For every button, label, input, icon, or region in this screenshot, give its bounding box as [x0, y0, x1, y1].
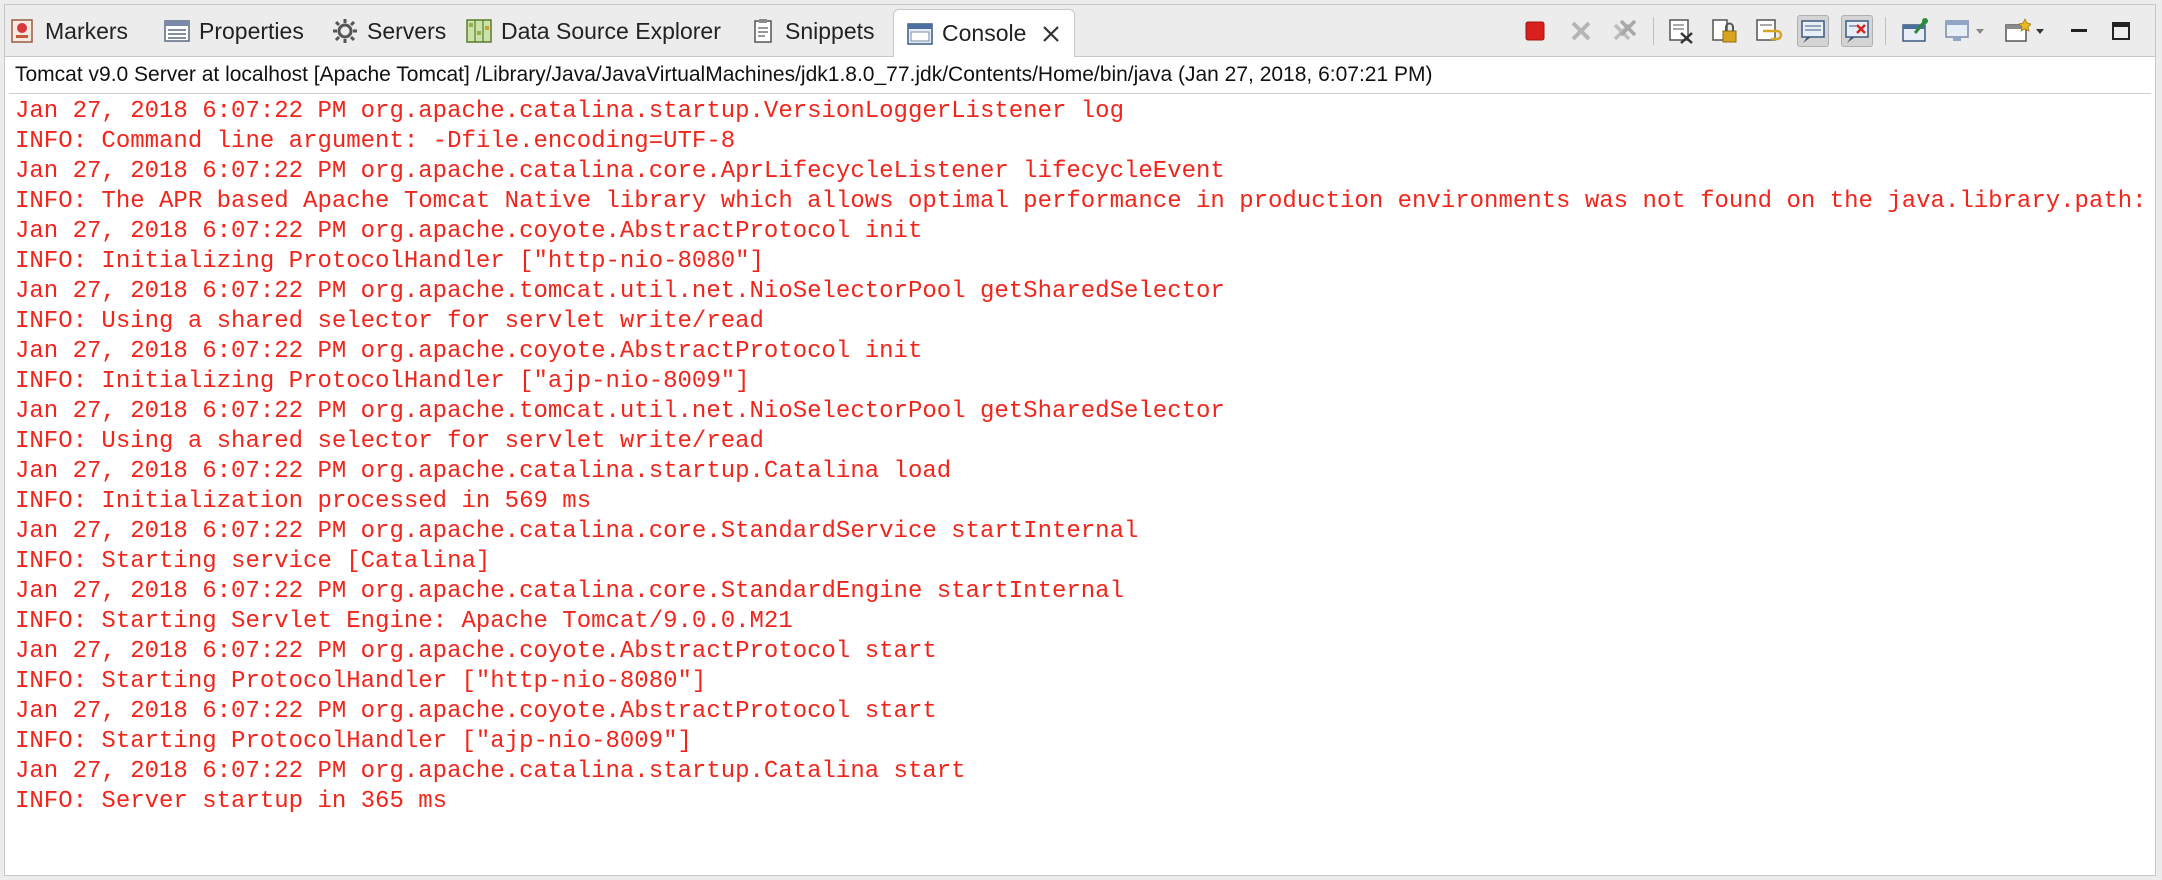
console-line: Jan 27, 2018 6:07:22 PM org.apache.catal… [15, 518, 1139, 545]
data-source-explorer-icon [466, 19, 492, 43]
toolbar-separator [1885, 17, 1886, 45]
console-line: Jan 27, 2018 6:07:22 PM org.apache.coyot… [15, 698, 937, 725]
remove-launch-icon [1571, 21, 1591, 41]
word-wrap-icon [1756, 19, 1783, 41]
console-line: Jan 27, 2018 6:07:22 PM org.apache.catal… [15, 458, 952, 485]
show-on-stdout-button[interactable] [1797, 15, 1829, 47]
header-divider [9, 93, 2151, 94]
display-console-button[interactable] [1941, 15, 1973, 47]
tab-console[interactable]: Console [893, 9, 1076, 57]
console-line: Jan 27, 2018 6:07:22 PM org.apache.tomca… [15, 398, 1225, 425]
console-line: Jan 27, 2018 6:07:22 PM org.apache.coyot… [15, 218, 923, 245]
console-line: INFO: Starting ProtocolHandler ["http-ni… [15, 668, 707, 695]
pin-console-icon [1902, 18, 1928, 42]
toolbar-separator [1653, 17, 1654, 45]
open-console-icon [2005, 18, 2031, 42]
console-line: INFO: Using a shared selector for servle… [15, 308, 764, 335]
console-line: INFO: The APR based Apache Tomcat Native… [15, 188, 2141, 215]
chevron-down-icon [1976, 29, 1984, 34]
tab-snippets[interactable]: Snippets [749, 9, 875, 53]
tab-label: Properties [199, 17, 304, 44]
open-console-dropdown[interactable] [2031, 15, 2049, 47]
show-on-stdout-icon [1801, 20, 1825, 43]
scroll-lock-button[interactable] [1709, 15, 1741, 47]
console-line: INFO: Starting ProtocolHandler ["ajp-nio… [15, 728, 692, 755]
clear-console-button[interactable] [1665, 15, 1697, 47]
view-tab-bar: Markers Properties Servers Data Source E… [5, 5, 2155, 57]
open-console-button[interactable] [2001, 15, 2033, 47]
maximize-icon [2112, 22, 2130, 40]
scroll-lock-icon [1712, 19, 1737, 43]
servers-icon [333, 19, 357, 43]
word-wrap-button[interactable] [1753, 15, 1785, 47]
tab-label: Markers [45, 17, 129, 44]
remove-all-terminated-button[interactable] [1609, 15, 1641, 47]
maximize-button[interactable] [2105, 15, 2137, 47]
remove-launch-button[interactable] [1565, 15, 1597, 47]
tab-data-source-explorer[interactable]: Data Source Explorer [465, 9, 721, 53]
console-line: INFO: Initializing ProtocolHandler ["ajp… [15, 368, 750, 395]
tab-label: Servers [367, 17, 447, 44]
properties-icon [164, 20, 190, 42]
clear-console-icon [1669, 19, 1693, 44]
tab-properties[interactable]: Properties [163, 9, 304, 53]
console-line: INFO: Using a shared selector for servle… [15, 428, 764, 455]
tab-label: Console [942, 20, 1027, 46]
remove-all-terminated-icon [1613, 19, 1637, 41]
tab-label: Snippets [785, 17, 875, 44]
display-console-dropdown[interactable] [1971, 15, 1989, 47]
console-line: Jan 27, 2018 6:07:22 PM org.apache.coyot… [15, 638, 937, 665]
minimize-button[interactable] [2063, 15, 2095, 47]
console-line: INFO: Server startup in 365 ms [15, 788, 448, 815]
tab-servers[interactable]: Servers [331, 9, 446, 53]
tab-label: Data Source Explorer [501, 17, 721, 44]
minimize-icon [2071, 29, 2087, 32]
console-view: Markers Properties Servers Data Source E… [4, 4, 2156, 876]
snippets-icon [754, 19, 772, 43]
terminate-icon [1525, 21, 1545, 41]
show-on-stderr-button[interactable] [1841, 15, 1873, 47]
console-line: INFO: Initializing ProtocolHandler ["htt… [15, 248, 764, 275]
close-icon[interactable] [1040, 23, 1062, 45]
console-line: Jan 27, 2018 6:07:22 PM org.apache.catal… [15, 758, 966, 785]
console-line: Jan 27, 2018 6:07:22 PM org.apache.catal… [15, 578, 1124, 605]
show-on-stderr-icon [1845, 20, 1869, 43]
markers-icon [11, 19, 33, 43]
tab-markers[interactable]: Markers [9, 9, 128, 53]
console-line: INFO: Starting Servlet Engine: Apache To… [15, 608, 793, 635]
terminate-button[interactable] [1519, 15, 1551, 47]
console-line: Jan 27, 2018 6:07:22 PM org.apache.coyot… [15, 338, 923, 365]
pin-console-button[interactable] [1899, 15, 1931, 47]
chevron-down-icon [2036, 29, 2044, 34]
console-line: INFO: Initialization processed in 569 ms [15, 488, 592, 515]
console-line: Jan 27, 2018 6:07:22 PM org.apache.tomca… [15, 278, 1225, 305]
console-line: INFO: Starting service [Catalina] [15, 548, 491, 575]
console-output[interactable]: Jan 27, 2018 6:07:22 PM org.apache.catal… [15, 97, 2141, 865]
console-line: INFO: Command line argument: -Dfile.enco… [15, 128, 736, 155]
console-line: Jan 27, 2018 6:07:22 PM org.apache.catal… [15, 158, 1225, 185]
console-line: Jan 27, 2018 6:07:22 PM org.apache.catal… [15, 98, 1124, 125]
console-title: Tomcat v9.0 Server at localhost [Apache … [15, 63, 1433, 86]
console-icon [907, 22, 933, 45]
display-console-icon [1945, 20, 1969, 41]
